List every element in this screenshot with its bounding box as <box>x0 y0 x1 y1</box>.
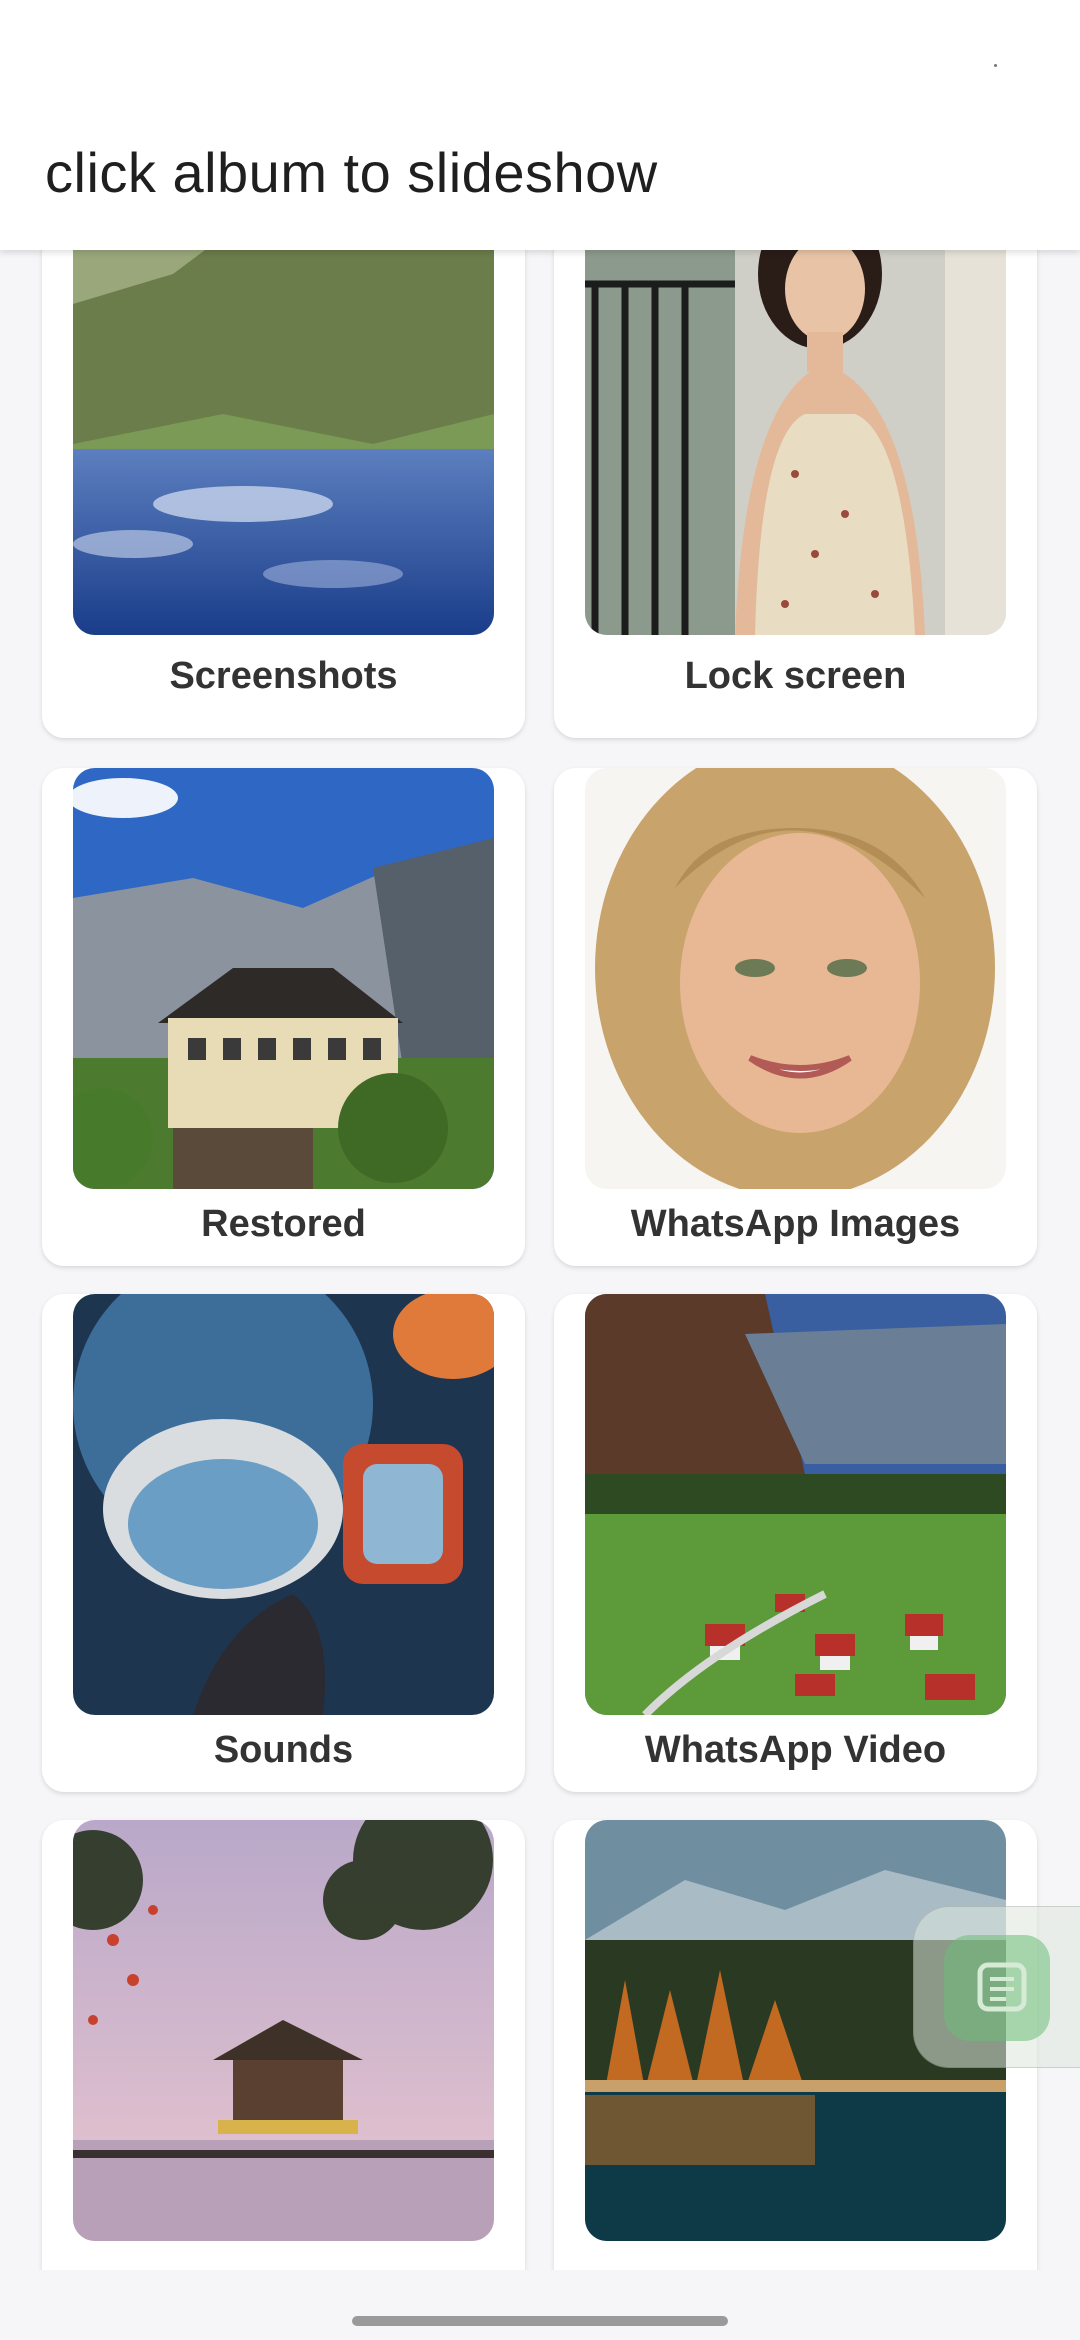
album-label: Screenshots <box>169 655 398 697</box>
album-thumbnail <box>585 768 1006 1189</box>
album-label: WhatsApp Images <box>630 1203 961 1245</box>
album-card-whatsapp-images[interactable]: WhatsApp Images <box>554 768 1037 1266</box>
album-thumbnail <box>73 250 494 635</box>
album-label: WhatsApp Video <box>644 1729 947 1771</box>
page-title: click album to slideshow <box>45 141 658 204</box>
album-thumbnail <box>73 1820 494 2241</box>
album-label: Sounds <box>213 1729 354 1771</box>
album-card-whatsapp-video[interactable]: WhatsApp Video <box>554 1294 1037 1792</box>
navigation-bar <box>0 2270 1080 2340</box>
album-thumbnail <box>585 1294 1006 1715</box>
album-card-lock-screen[interactable]: Lock screen <box>554 250 1037 738</box>
floating-chat-button[interactable] <box>913 1906 1080 2068</box>
gesture-handle[interactable] <box>352 2316 728 2326</box>
album-thumbnail <box>585 250 1006 635</box>
app-header: click album to slideshow <box>0 0 1080 250</box>
album-card-screenshots[interactable]: Screenshots <box>42 250 525 738</box>
album-thumbnail <box>73 768 494 1189</box>
album-label: Restored <box>201 1203 366 1245</box>
status-indicator <box>994 64 997 67</box>
chat-note-icon <box>944 1935 1050 2041</box>
album-card-7[interactable] <box>42 1820 525 2270</box>
album-thumbnail <box>73 1294 494 1715</box>
album-card-restored[interactable]: Restored <box>42 768 525 1266</box>
album-card-sounds[interactable]: Sounds <box>42 1294 525 1792</box>
album-label: Lock screen <box>684 655 907 697</box>
